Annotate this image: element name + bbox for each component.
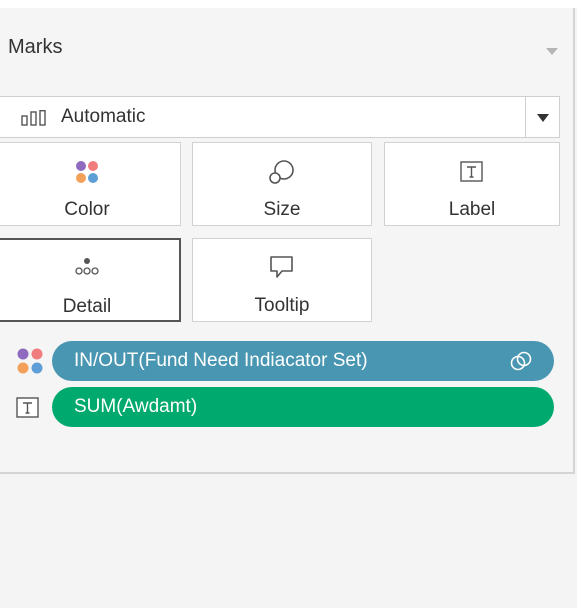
- mark-type-label: Automatic: [61, 106, 146, 127]
- label-encoding-icon: [16, 397, 39, 418]
- label-field-pill[interactable]: SUM(Awdamt): [52, 387, 554, 427]
- tooltip-button[interactable]: Tooltip: [192, 238, 372, 322]
- color-encoding-icon: [17, 348, 43, 374]
- detail-label: Detail: [62, 296, 112, 317]
- color-dots-icon: [76, 161, 98, 183]
- right-strip: [577, 0, 581, 608]
- mark-type-dropdown[interactable]: Automatic: [0, 96, 560, 138]
- color-field-label: IN/OUT(Fund Need Indiacator Set): [74, 350, 368, 371]
- label-button[interactable]: Label: [384, 142, 560, 226]
- size-bubble-icon: [269, 160, 294, 184]
- detail-button[interactable]: Detail: [0, 238, 181, 322]
- chevron-down-icon: [537, 114, 549, 122]
- color-field-pill[interactable]: IN/OUT(Fund Need Indiacator Set): [52, 341, 554, 381]
- bar-chart-icon: [21, 110, 46, 126]
- detail-dots-icon: [75, 258, 99, 275]
- text-label-icon: [460, 161, 483, 182]
- tooltip-label: Tooltip: [254, 295, 310, 316]
- mark-type-dropdown-button[interactable]: [525, 97, 560, 137]
- color-button[interactable]: Color: [0, 142, 181, 226]
- tooltip-speech-icon: [270, 256, 293, 278]
- label-field-label: SUM(Awdamt): [74, 396, 198, 417]
- marks-title: Marks: [8, 36, 63, 58]
- size-label: Size: [263, 199, 301, 220]
- color-label: Color: [64, 199, 110, 220]
- label-label: Label: [448, 199, 496, 220]
- marks-menu-arrow-icon[interactable]: [546, 48, 558, 55]
- set-icon: [510, 351, 532, 371]
- size-button[interactable]: Size: [192, 142, 372, 226]
- top-strip: [0, 0, 581, 8]
